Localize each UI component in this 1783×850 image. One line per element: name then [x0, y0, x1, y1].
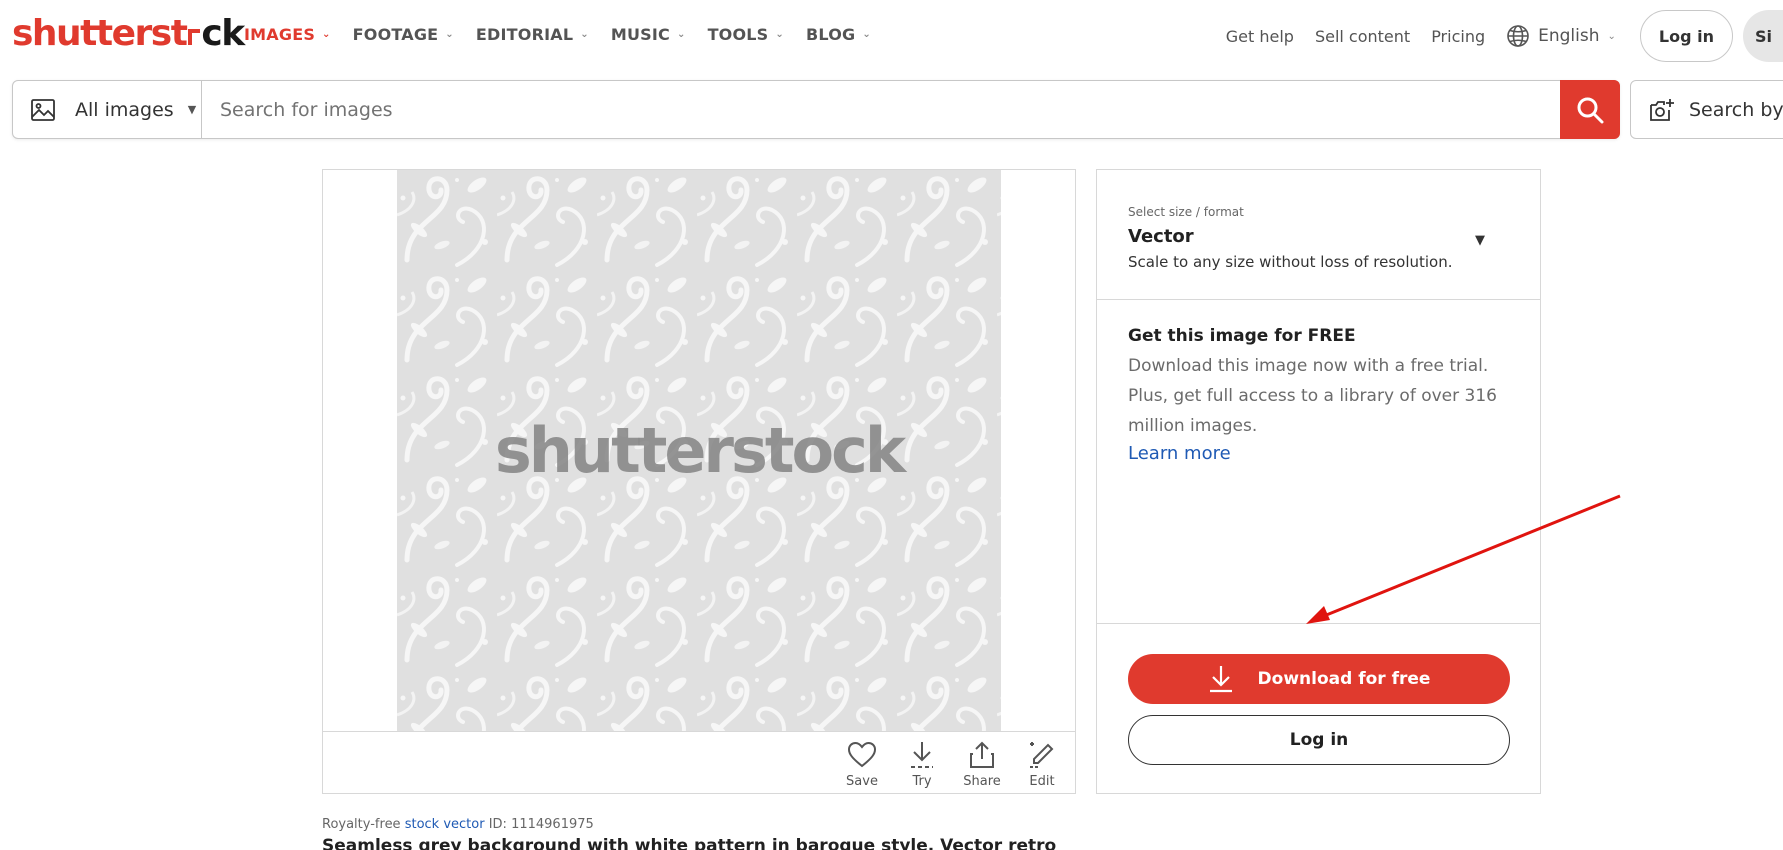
- top-navigation: shutterst ck IMAGES ⌄ FOOTAGE ⌄ EDITORIAL ⌄ …: [0, 0, 1783, 72]
- pricing-link[interactable]: Pricing: [1431, 27, 1485, 46]
- stock-vector-link[interactable]: stock vector: [405, 817, 485, 832]
- size-format-description: Scale to any size without loss of resolu…: [1128, 253, 1453, 271]
- image-preview[interactable]: shutterstock: [397, 170, 1001, 731]
- promo-title: Get this image for FREE: [1128, 326, 1356, 346]
- download-icon: [1209, 666, 1232, 693]
- save-label: Save: [846, 774, 878, 789]
- filter-label: All images: [75, 98, 174, 121]
- nav-item-images[interactable]: IMAGES ⌄: [244, 25, 331, 44]
- nav-item-label: TOOLS: [707, 25, 769, 44]
- search-bar: All images ▼: [12, 80, 1620, 139]
- license-panel: Select size / format Vector Scale to any…: [1096, 169, 1541, 794]
- chevron-down-icon: ⌄: [862, 29, 871, 40]
- media-type-filter[interactable]: All images ▼: [13, 81, 202, 138]
- panel-login-button[interactable]: Log in: [1128, 715, 1510, 765]
- edit-label: Edit: [1029, 774, 1055, 789]
- logo-mark-icon: [188, 29, 201, 45]
- camera-plus-icon: [1650, 98, 1674, 121]
- watermark-text: shutterstock: [494, 414, 906, 487]
- get-help-link[interactable]: Get help: [1226, 27, 1294, 46]
- caret-down-icon: ▼: [1475, 233, 1485, 248]
- image-actions-bar: Save Try Share Edit: [323, 731, 1075, 793]
- image-title: Seamless grey background with white patt…: [322, 836, 1057, 850]
- download-for-free-button[interactable]: Download for free: [1128, 654, 1510, 704]
- share-action-button[interactable]: Share: [954, 738, 1010, 789]
- nav-item-label: BLOG: [806, 25, 856, 44]
- chevron-down-icon: ⌄: [322, 29, 331, 40]
- right-nav: Get help Sell content Pricing English ⌄ …: [1226, 0, 1783, 72]
- image-icon: [31, 98, 55, 121]
- size-format-label: Select size / format: [1128, 205, 1244, 219]
- image-id: ID: 1114961975: [484, 817, 594, 832]
- nav-item-blog[interactable]: BLOG ⌄: [806, 25, 871, 44]
- save-action-button[interactable]: Save: [834, 738, 890, 789]
- royalty-free-prefix: Royalty-free: [322, 817, 405, 832]
- globe-icon: [1507, 25, 1529, 47]
- logo-text-end: ck: [201, 13, 245, 54]
- nav-item-footage[interactable]: FOOTAGE ⌄: [353, 25, 454, 44]
- search-input[interactable]: [202, 81, 1560, 138]
- search-icon: [1577, 97, 1604, 123]
- heart-icon: [848, 742, 876, 768]
- search-by-image-button[interactable]: Search by i: [1630, 80, 1783, 139]
- main-nav: IMAGES ⌄ FOOTAGE ⌄ EDITORIAL ⌄ MUSIC ⌄ TOOLS…: [244, 25, 893, 44]
- share-label: Share: [963, 774, 1001, 789]
- language-selector[interactable]: English ⌄: [1506, 24, 1616, 48]
- chevron-down-icon: ⌄: [775, 29, 784, 40]
- sell-content-link[interactable]: Sell content: [1315, 27, 1410, 46]
- search-by-image-label: Search by i: [1689, 98, 1783, 121]
- chevron-down-icon: ⌄: [1607, 30, 1616, 42]
- chevron-down-icon: ⌄: [580, 29, 589, 40]
- size-format-selector[interactable]: Select size / format Vector Scale to any…: [1097, 170, 1540, 300]
- shutterstock-logo[interactable]: shutterst ck: [12, 13, 245, 54]
- nav-item-label: MUSIC: [610, 25, 670, 44]
- nav-item-music[interactable]: MUSIC ⌄: [611, 25, 686, 44]
- edit-icon: [1030, 742, 1054, 768]
- free-trial-promo: Get this image for FREE Download this im…: [1097, 300, 1540, 624]
- chevron-down-icon: ⌄: [445, 29, 454, 40]
- chevron-down-icon: ⌄: [676, 29, 686, 40]
- image-preview-panel: shutterstock Save Try Share Edit: [322, 169, 1076, 794]
- caret-down-icon: ▼: [187, 103, 197, 116]
- search-button[interactable]: [1560, 80, 1620, 139]
- image-meta: Royalty-free stock vector ID: 1114961975: [322, 817, 594, 832]
- promo-text: Download this image now with a free tria…: [1128, 356, 1497, 436]
- download-icon: [911, 742, 933, 768]
- logo-text-start: shutterst: [12, 13, 188, 54]
- nav-item-label: FOOTAGE: [352, 25, 439, 44]
- try-action-button[interactable]: Try: [894, 738, 950, 789]
- language-label: English: [1538, 26, 1600, 46]
- share-icon: [970, 741, 994, 768]
- nav-item-editorial[interactable]: EDITORIAL ⌄: [476, 25, 589, 44]
- nav-item-label: EDITORIAL: [475, 25, 574, 44]
- nav-item-label: IMAGES: [244, 25, 316, 44]
- learn-more-link[interactable]: Learn more: [1128, 443, 1231, 464]
- nav-item-tools[interactable]: TOOLS ⌄: [708, 25, 784, 44]
- login-button[interactable]: Log in: [1639, 10, 1733, 62]
- edit-action-button[interactable]: Edit: [1014, 738, 1070, 789]
- try-label: Try: [912, 774, 932, 789]
- download-button-label: Download for free: [1257, 669, 1431, 689]
- signup-button[interactable]: Si: [1743, 10, 1783, 62]
